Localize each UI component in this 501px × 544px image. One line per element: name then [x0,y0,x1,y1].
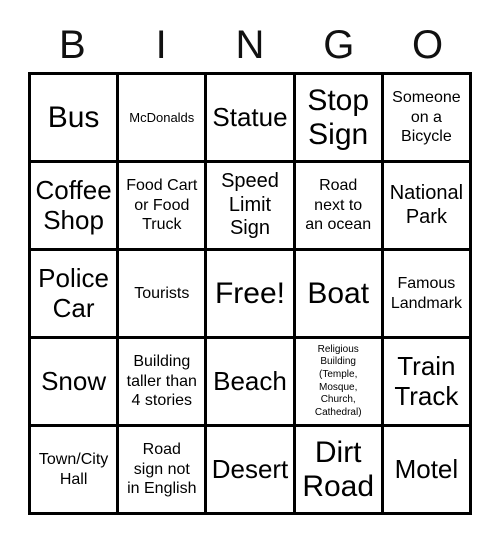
bingo-cell-label: Desert [211,453,289,484]
bingo-cell-b1[interactable]: Bus [31,75,120,163]
bingo-cell-b3[interactable]: Police Car [31,251,120,339]
bingo-cell-label: Stop Sign [307,83,370,151]
bingo-cell-o2[interactable]: National Park [383,163,472,251]
bingo-cell-i5[interactable]: Road sign not in English [119,427,208,515]
bingo-cell-label: Someone on a Bicycle [392,89,461,146]
bingo-cell-label: Train Track [394,351,459,411]
bingo-cell-n2[interactable]: Speed Limit Sign [207,163,296,251]
bingo-cell-label: Police Car [38,263,109,323]
bingo-cell-label: Beach [213,365,287,396]
bingo-cell-label: Food Cart or Food Truck [126,177,198,234]
bingo-grid: Bus McDonalds Statue Stop Sign Someone o… [28,72,472,515]
header-letter-b: B [59,23,86,67]
bingo-cell-i1[interactable]: McDonalds [119,75,208,163]
bingo-cell-o4[interactable]: Train Track [383,339,472,427]
bingo-cell-label: Free! [214,276,285,310]
bingo-cell-label: Motel [394,453,459,484]
bingo-cell-label: Town/City Hall [38,450,109,488]
bingo-cell-i3[interactable]: Tourists [119,251,208,339]
bingo-header: B I N G O [28,18,472,72]
bingo-cell-label: Road next to an ocean [305,177,372,234]
bingo-cell-label: Road sign not in English [127,441,197,498]
bingo-cell-b2[interactable]: Coffee Shop [31,163,120,251]
bingo-cell-label: Statue [212,101,288,132]
header-letter-o: O [412,23,444,67]
bingo-cell-o5[interactable]: Motel [383,427,472,515]
bingo-cell-n5[interactable]: Desert [207,427,296,515]
header-letter-n: N [235,23,265,67]
bingo-cell-label: Dirt Road [302,435,375,503]
bingo-cell-n4[interactable]: Beach [207,339,296,427]
bingo-cell-i2[interactable]: Food Cart or Food Truck [119,163,208,251]
bingo-cell-label: National Park [389,181,464,228]
header-letter-g: G [323,23,355,67]
bingo-cell-label: Speed Limit Sign [221,170,279,240]
bingo-cell-label: Religious Building (Temple, Mosque, Chur… [314,343,362,418]
bingo-cell-o3[interactable]: Famous Landmark [383,251,472,339]
bingo-cell-b4[interactable]: Snow [31,339,120,427]
bingo-cell-label: Boat [307,276,370,310]
bingo-cell-label: Coffee Shop [35,175,112,235]
bingo-cell-g3[interactable]: Boat [295,251,384,339]
bingo-cell-label: McDonalds [129,109,195,125]
bingo-cell-label: Building taller than 4 stories [126,353,197,410]
bingo-cell-label: Famous Landmark [390,274,462,312]
bingo-cell-label: Bus [47,100,100,134]
bingo-cell-free[interactable]: Free! [207,251,296,339]
header-letter-i: I [155,23,167,67]
bingo-cell-g4[interactable]: Religious Building (Temple, Mosque, Chur… [295,339,384,427]
bingo-cell-i4[interactable]: Building taller than 4 stories [119,339,208,427]
bingo-cell-g5[interactable]: Dirt Road [295,427,384,515]
bingo-cell-o1[interactable]: Someone on a Bicycle [383,75,472,163]
bingo-card: B I N G O Bus McDonalds Statue Stop Sign… [0,0,501,544]
bingo-cell-g1[interactable]: Stop Sign [295,75,384,163]
bingo-cell-b5[interactable]: Town/City Hall [31,427,120,515]
bingo-cell-n1[interactable]: Statue [207,75,296,163]
bingo-cell-label: Tourists [134,284,190,302]
bingo-cell-label: Snow [41,365,107,396]
bingo-cell-g2[interactable]: Road next to an ocean [295,163,384,251]
